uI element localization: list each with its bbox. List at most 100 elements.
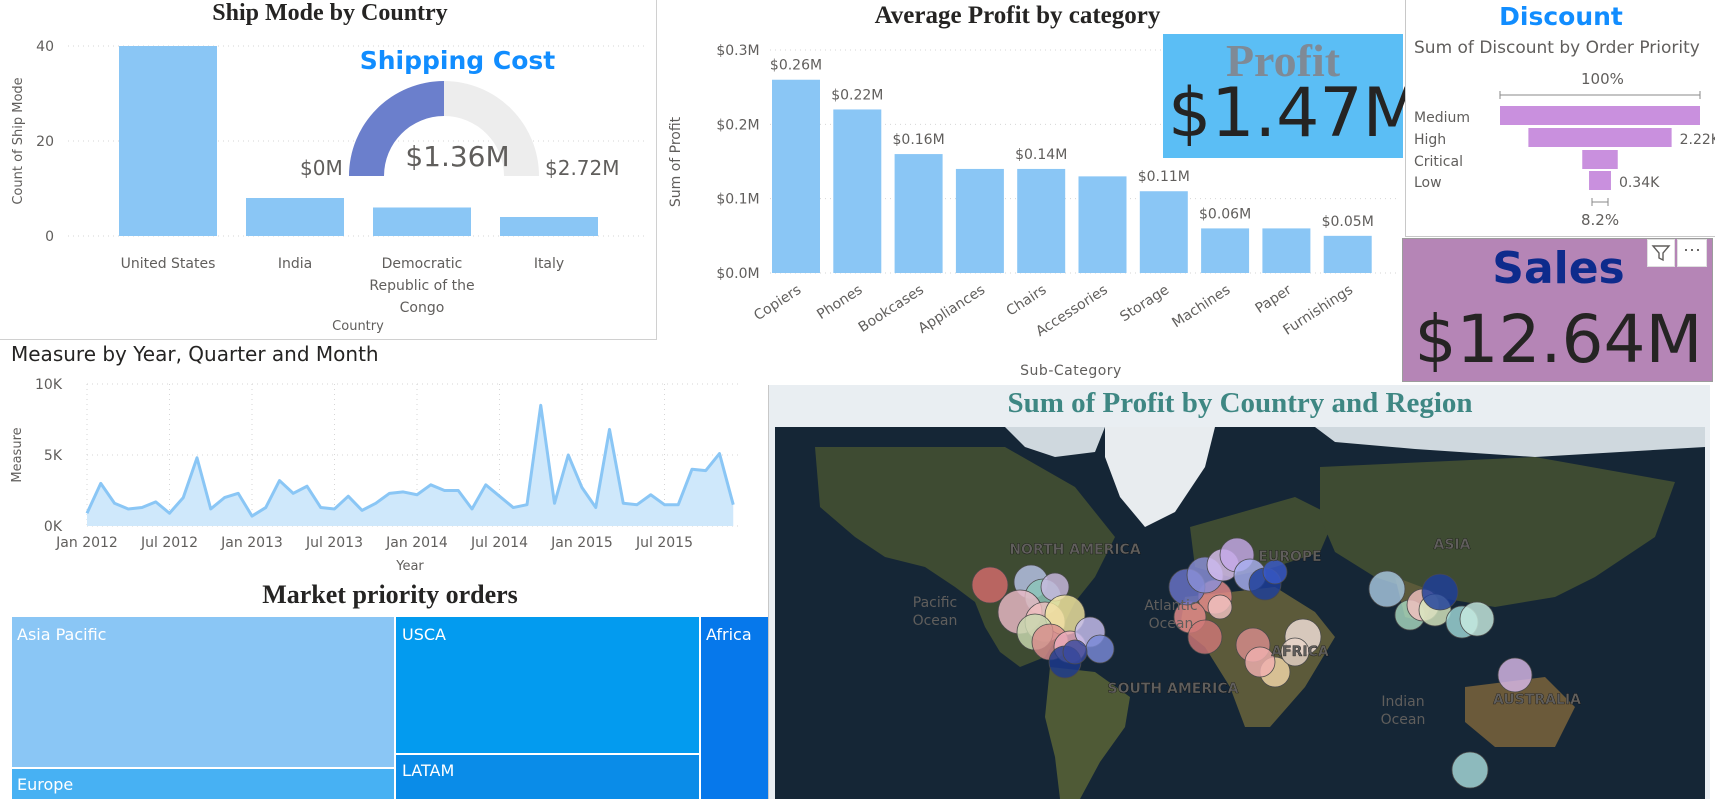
x-tick-label: Storage bbox=[1117, 282, 1172, 325]
discount-bottom-pct: 8.2% bbox=[1581, 211, 1620, 229]
y-axis-title: Measure bbox=[10, 427, 25, 482]
funnel-data-label: 2.22K bbox=[1680, 132, 1715, 148]
bar bbox=[1017, 168, 1066, 273]
ocean-label: Indian bbox=[1381, 694, 1424, 710]
y-tick-label: 0K bbox=[44, 519, 63, 535]
sales-card[interactable]: Sales $12.64M ⋯ bbox=[1402, 238, 1713, 382]
map-bubble bbox=[1368, 570, 1406, 608]
data-label: $0.16M bbox=[893, 132, 945, 148]
y-tick-label: 10K bbox=[35, 377, 63, 393]
market-title: Market priority orders bbox=[262, 580, 518, 609]
bar bbox=[772, 79, 820, 273]
world-map[interactable]: NORTH AMERICA EUROPE ASIA AFRICA SOUTH AMERI… bbox=[775, 427, 1705, 799]
continent-label: EUROPE bbox=[1258, 549, 1321, 565]
y-tick-label: 0 bbox=[45, 229, 54, 245]
x-tick-label: Appliances bbox=[915, 282, 988, 337]
area-fill bbox=[87, 405, 734, 526]
x-tick-label: Jul 2014 bbox=[470, 535, 528, 551]
shipping-cost-min: $0M bbox=[300, 156, 343, 180]
sales-card-value: $12.64M bbox=[1414, 301, 1703, 378]
data-label: $0.06M bbox=[1199, 206, 1251, 222]
continent-label: AUSTRALIA bbox=[1493, 692, 1581, 708]
funnel-category-label: Low bbox=[1414, 175, 1442, 191]
continent-label: SOUTH AMERICA bbox=[1108, 681, 1239, 697]
bar bbox=[373, 207, 471, 236]
bar bbox=[894, 154, 943, 273]
continent-label: AFRICA bbox=[1271, 644, 1329, 660]
treemap-cell-africa[interactable]: Africa bbox=[701, 617, 769, 799]
measure-chart: 10K 5K 0KJan 2012 Jul 2012 Jan 2013 Jul 2013 J… bbox=[10, 377, 740, 574]
funnel-data-label: 0.34K bbox=[1619, 175, 1660, 191]
funnel-bar bbox=[1500, 106, 1700, 125]
bar bbox=[833, 109, 882, 273]
bar bbox=[955, 168, 1004, 273]
data-label: $0.22M bbox=[831, 87, 883, 103]
map-panel[interactable]: Sum of Profit by Country and Region NORT… bbox=[768, 385, 1710, 799]
y-axis-title: Sum of Profit bbox=[668, 116, 684, 207]
x-tick-label: Italy bbox=[534, 256, 564, 272]
ocean-label: Ocean bbox=[1381, 712, 1426, 728]
x-tick-label: Jul 2015 bbox=[635, 535, 693, 551]
profit-card[interactable]: Profit $1.47M bbox=[1163, 34, 1421, 158]
discount-funnel: Medium High 2.22K Critical Low 0.34K bbox=[1414, 91, 1715, 206]
x-tick-label: Jan 2013 bbox=[220, 535, 283, 551]
filter-icon[interactable] bbox=[1647, 239, 1675, 267]
x-tick-label: Machines bbox=[1169, 282, 1233, 331]
x-axis-title: Country bbox=[332, 319, 384, 334]
bar bbox=[1139, 191, 1188, 273]
y-tick-label: 20 bbox=[36, 134, 54, 150]
data-label: $0.11M bbox=[1138, 169, 1190, 185]
x-axis-title: Year bbox=[395, 559, 424, 574]
map-bubble bbox=[1459, 601, 1495, 637]
x-tick-label: Copiers bbox=[751, 282, 804, 324]
discount-panel[interactable]: Discount Sum of Discount by Order Priori… bbox=[1405, 0, 1715, 237]
map-bubble bbox=[1497, 657, 1533, 693]
map-bubble bbox=[1207, 594, 1233, 620]
x-tick-label: Democratic bbox=[382, 256, 463, 272]
continent-label: ASIA bbox=[1434, 537, 1471, 553]
x-tick-label: Jul 2012 bbox=[140, 535, 198, 551]
funnel-bar bbox=[1582, 150, 1618, 169]
x-axis-title: Sub-Category bbox=[1020, 363, 1122, 379]
x-tick-label: India bbox=[278, 256, 312, 272]
treemap-cell-usca[interactable]: USCA bbox=[396, 617, 699, 753]
ocean-label: Atlantic bbox=[1144, 598, 1197, 614]
x-tick-label: Phones bbox=[814, 282, 865, 323]
funnel-bar bbox=[1528, 128, 1672, 147]
funnel-category-label: Critical bbox=[1414, 154, 1463, 170]
x-tick-label: Bookcases bbox=[856, 282, 927, 336]
x-tick-label: Jul 2013 bbox=[305, 535, 363, 551]
market-panel[interactable]: Market priority orders Asia Pacific Euro… bbox=[0, 576, 770, 799]
measure-panel[interactable]: Measure by Year, Quarter and Month 10K 5K… bbox=[0, 341, 760, 576]
y-tick-label: $0.0M bbox=[716, 266, 759, 282]
treemap-cell-latam[interactable]: LATAM bbox=[396, 755, 699, 799]
x-tick-label: Paper bbox=[1253, 282, 1295, 317]
bar bbox=[1323, 235, 1372, 273]
funnel-bar bbox=[1589, 171, 1611, 190]
bar bbox=[500, 217, 598, 236]
y-tick-label: 5K bbox=[44, 448, 63, 464]
x-tick-label: Jan 2012 bbox=[55, 535, 118, 551]
x-tick-label: Congo bbox=[400, 300, 445, 316]
map-bubble bbox=[1062, 639, 1088, 665]
treemap-cell-asia-pacific[interactable]: Asia Pacific bbox=[12, 617, 394, 767]
shipping-cost-max: $2.72M bbox=[545, 156, 620, 180]
y-tick-label: $0.1M bbox=[716, 192, 759, 208]
map-bubble bbox=[1451, 751, 1489, 789]
treemap-cell-europe[interactable]: Europe bbox=[12, 769, 394, 799]
continent-label: NORTH AMERICA bbox=[1009, 542, 1141, 558]
funnel-category-label: Medium bbox=[1414, 110, 1470, 126]
more-options-icon[interactable]: ⋯ bbox=[1677, 239, 1707, 267]
y-tick-label: $0.2M bbox=[716, 117, 759, 133]
y-axis-title: Count of Ship Mode bbox=[11, 77, 26, 204]
bar bbox=[246, 198, 344, 236]
data-label: $0.26M bbox=[770, 58, 822, 74]
map-title: Sum of Profit by Country and Region bbox=[1007, 387, 1473, 419]
bar bbox=[1262, 228, 1311, 273]
bar bbox=[119, 46, 217, 236]
shipping-cost-gauge[interactable]: Shipping Cost $1.36M $0M $2.72M bbox=[290, 40, 640, 190]
map-bubble bbox=[1085, 634, 1115, 664]
data-label: $0.05M bbox=[1322, 214, 1374, 230]
x-tick-label: Chairs bbox=[1004, 282, 1050, 319]
x-tick-label: Jan 2015 bbox=[550, 535, 613, 551]
